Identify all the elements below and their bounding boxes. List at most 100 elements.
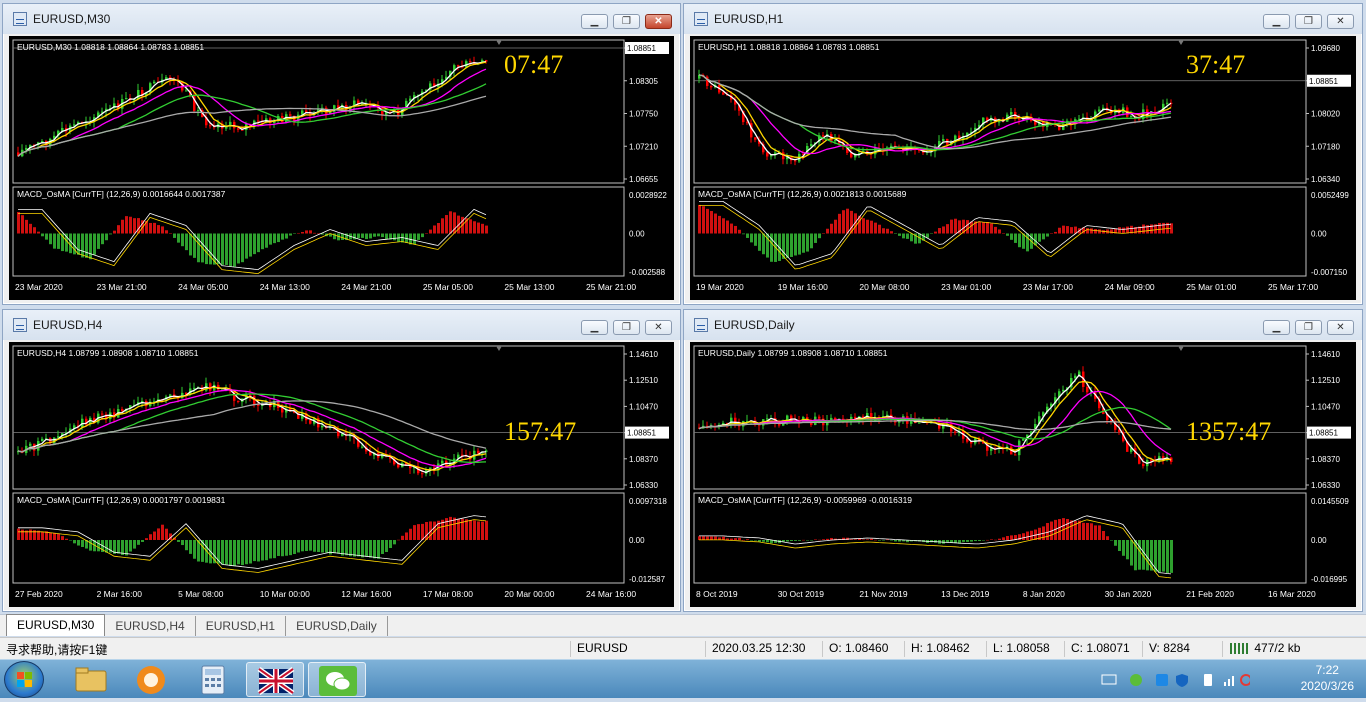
time-axis-label: 5 Mar 08:00 [178,589,224,599]
price-tick-label: 1.07180 [1311,142,1340,151]
minimize-button[interactable]: ▁ [581,14,608,29]
macd-tick-label: 0.00 [1311,536,1327,545]
taskbar-wechat[interactable] [308,662,366,697]
price-tick-label: 1.08020 [1311,110,1340,119]
macd-bar [1046,233,1049,237]
macd-bar [970,540,973,542]
connection-bars-icon [1230,643,1248,654]
macd-bar [710,536,713,540]
macd-bar [209,233,212,265]
window-titlebar[interactable]: EURUSD,Daily ▁ ❐ ✕ [684,310,1362,340]
macd-bar [65,538,68,540]
macd-bar [1082,522,1085,540]
window-titlebar[interactable]: EURUSD,M30 ▁ ❐ ✕ [3,4,680,34]
close-button[interactable]: ✕ [645,14,672,29]
maximize-button[interactable]: ❐ [1295,14,1322,29]
macd-label: MACD_OsMA [CurrTF] (12,26,9) 0.0001797 0… [17,495,226,505]
window-titlebar[interactable]: EURUSD,H1 ▁ ❐ ✕ [684,4,1362,34]
macd-bar [373,233,376,237]
chart-area[interactable]: 1.14610 1.12510 1.10470 1.08851 1.08370 1.063… [690,342,1356,607]
macd-bar [730,223,733,234]
macd-bar [281,233,284,240]
macd-bar [285,233,288,239]
candle-body [141,400,144,403]
tab-eurusd-h4[interactable]: EURUSD,H4 [105,616,196,636]
macd-bar [485,225,488,234]
macd-bar [473,520,476,540]
minimize-button[interactable]: ▁ [1263,14,1290,29]
macd-bar [121,219,124,234]
time-axis-label: 27 Feb 2020 [15,589,63,599]
candle-body [477,450,480,454]
minimize-button[interactable]: ▁ [1263,320,1290,335]
chart-area[interactable]: 1.096801.088511.080201.071801.063401.088… [690,36,1356,300]
chart-window-h4[interactable]: EURUSD,H4 ▁ ❐ ✕ 1.14610 1.12510 1.10470 1.08851… [2,309,681,612]
macd-tick-label: -0.012587 [629,575,666,584]
macd-bar [1122,227,1125,234]
macd-bar [746,539,749,540]
candle-body [766,418,769,420]
chart-area[interactable]: 1.14610 1.12510 1.10470 1.08851 1.08370 1.063… [9,342,674,607]
tab-eurusd-daily[interactable]: EURUSD,Daily [286,616,388,636]
macd-bar [269,233,272,245]
macd-bar [457,518,460,540]
taskbar-browser[interactable] [122,662,180,697]
macd-bar [393,540,396,545]
price-tick-label: 1.06330 [1311,481,1340,490]
taskbar-clock[interactable]: 7:22 2020/3/26 [1301,662,1354,694]
maximize-button[interactable]: ❐ [613,14,640,29]
macd-bar [1086,228,1089,234]
chart-window-daily[interactable]: EURUSD,Daily ▁ ❐ ✕ 1.14610 1.12510 1.10470 1.08… [683,309,1363,612]
macd-bar [357,540,360,557]
macd-bar [413,525,416,540]
taskbar-calculator[interactable] [184,662,242,697]
macd-bar [806,233,809,252]
macd-bar [293,540,296,554]
taskbar-file-explorer[interactable] [62,662,120,697]
maximize-button[interactable]: ❐ [613,320,640,335]
status-help: 寻求帮助,请按F1键 [6,643,108,657]
time-axis-label: 24 Mar 09:00 [1105,282,1155,292]
macd-bar [818,539,821,541]
close-button[interactable]: ✕ [645,320,672,335]
chart-window-m30[interactable]: EURUSD,M30 ▁ ❐ ✕ 1.08851 1.08305 1.07750 1.0721… [2,3,681,305]
macd-bar [866,219,869,234]
candle-body [766,152,769,157]
candle-body [966,438,969,442]
macd-bar [886,539,889,541]
macd-bar [257,540,260,562]
macd-bar [377,233,380,237]
close-button[interactable]: ✕ [1327,14,1354,29]
macd-bar [978,221,981,234]
macd-bar [910,233,913,242]
macd-label: MACD_OsMA [CurrTF] (12,26,9) -0.0059969 … [698,495,912,505]
tab-eurusd-m30[interactable]: EURUSD,M30 [6,614,106,636]
macd-bar [125,540,128,556]
macd-bar [185,233,188,251]
chart-shift-marker [496,346,502,351]
macd-bar [834,219,837,234]
macd-bar [57,533,60,540]
macd-bar [1146,540,1149,571]
macd-bar [738,229,741,234]
bar-countdown: 07:47 [504,50,564,79]
macd-bar [742,233,745,235]
macd-bar [313,232,316,234]
macd-tick-label: 0.0052499 [1311,191,1349,200]
candle-body [822,135,825,137]
macd-bar [826,228,829,234]
chart-area[interactable]: 1.088511.083051.077501.072101.066551.088… [9,36,674,300]
start-button[interactable] [4,661,44,698]
macd-bar [305,230,308,234]
macd-bar [37,231,40,234]
taskbar-metatrader[interactable] [246,662,304,697]
device-icon [1204,674,1212,686]
window-titlebar[interactable]: EURUSD,H4 ▁ ❐ ✕ [3,310,680,340]
candle-body [794,160,797,162]
macd-bar [397,539,400,541]
chart-window-h1[interactable]: EURUSD,H1 ▁ ❐ ✕ 1.09680 1.08851 1.08020 1.07180… [683,3,1363,305]
maximize-button[interactable]: ❐ [1295,320,1322,335]
tab-eurusd-h1[interactable]: EURUSD,H1 [196,616,287,636]
close-button[interactable]: ✕ [1327,320,1354,335]
minimize-button[interactable]: ▁ [581,320,608,335]
